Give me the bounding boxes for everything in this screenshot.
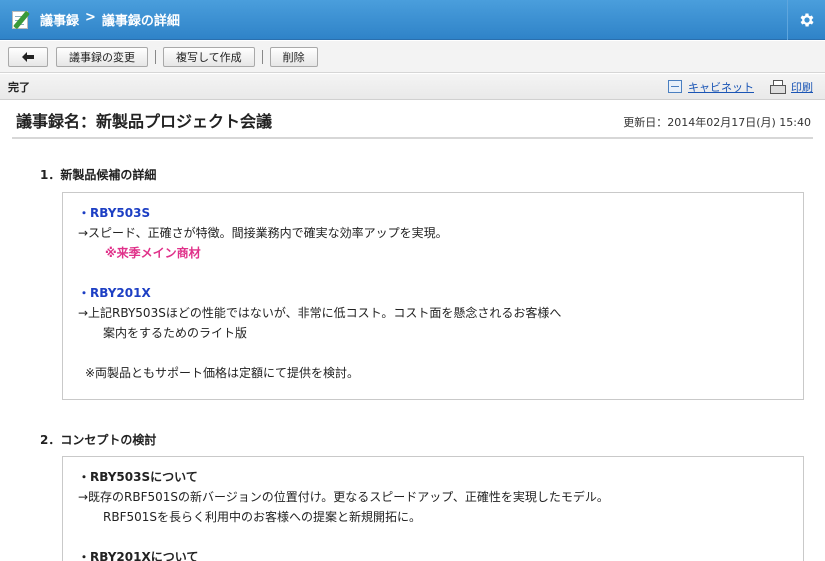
page-title: 議事録名：新製品プロジェクト会議	[16, 112, 273, 131]
edit-minutes-button[interactable]: 議事録の変更	[56, 46, 148, 67]
breadcrumb: 議事録 > 議事録の詳細	[40, 10, 180, 29]
updated-date: 更新日：2014年02月17日(月) 15:40	[623, 116, 811, 129]
action-links: キャビネット 印刷	[668, 79, 813, 95]
delete-button[interactable]: 削除	[269, 46, 318, 67]
item-desc: →スピード、正確さが特徴。間接業務内で確実な効率アップを実現。	[78, 226, 448, 240]
back-button[interactable]	[8, 46, 48, 67]
breadcrumb-root[interactable]: 議事録	[40, 10, 79, 29]
footnote: ※両製品ともサポート価格は定額にて提供を検討。	[85, 366, 360, 380]
section-2-box: ・RBY503Sについて →既存のRBF501Sの新バージョンの位置付け。更なる…	[62, 456, 804, 561]
item-title: ・RBY201X	[78, 286, 151, 300]
section-1-box: ・RBY503S →スピード、正確さが特徴。間接業務内で確実な効率アップを実現。…	[62, 192, 804, 400]
status-row: 完了 キャビネット 印刷	[0, 74, 825, 100]
item-desc-cont: RBF501Sを長らく利用中のお客様への提案と新規開拓に。	[103, 510, 421, 524]
toolbar-separator	[261, 49, 263, 64]
title-bar: 議事録 > 議事録の詳細	[0, 0, 825, 40]
breadcrumb-separator: >	[85, 10, 96, 25]
gear-icon	[800, 13, 814, 27]
highlight-note: ※来季メイン商材	[105, 246, 201, 260]
status-label: 完了	[8, 80, 30, 94]
item-title: ・RBY201Xについて	[78, 550, 199, 561]
item-desc-cont: 案内をするためのライト版	[103, 326, 248, 340]
item-title: ・RBY503S	[78, 206, 151, 220]
item-desc: →上記RBY503Sほどの性能ではないが、非常に低コスト。コスト面を懸念されるお…	[78, 306, 562, 320]
title-divider	[12, 137, 813, 139]
section-heading: 1．新製品候補の詳細	[40, 168, 157, 182]
cabinet-link[interactable]: キャビネット	[688, 79, 754, 95]
minutes-app-icon	[10, 9, 32, 31]
breadcrumb-current: 議事録の詳細	[101, 14, 180, 29]
back-arrow-icon	[22, 51, 34, 62]
print-link[interactable]: 印刷	[791, 79, 813, 95]
item-title: ・RBY503Sについて	[78, 470, 198, 484]
item-desc: →既存のRBF501Sの新バージョンの位置付け。更なるスピードアップ、正確性を実…	[78, 490, 609, 504]
toolbar: 議事録の変更 複写して作成 削除	[0, 41, 825, 73]
cabinet-icon	[668, 80, 682, 93]
settings-gear-button[interactable]	[787, 0, 825, 40]
print-icon	[770, 80, 786, 94]
toolbar-separator	[155, 49, 156, 64]
section-heading: 2．コンセプトの検討	[40, 433, 157, 447]
copy-create-button[interactable]: 複写して作成	[163, 46, 255, 67]
